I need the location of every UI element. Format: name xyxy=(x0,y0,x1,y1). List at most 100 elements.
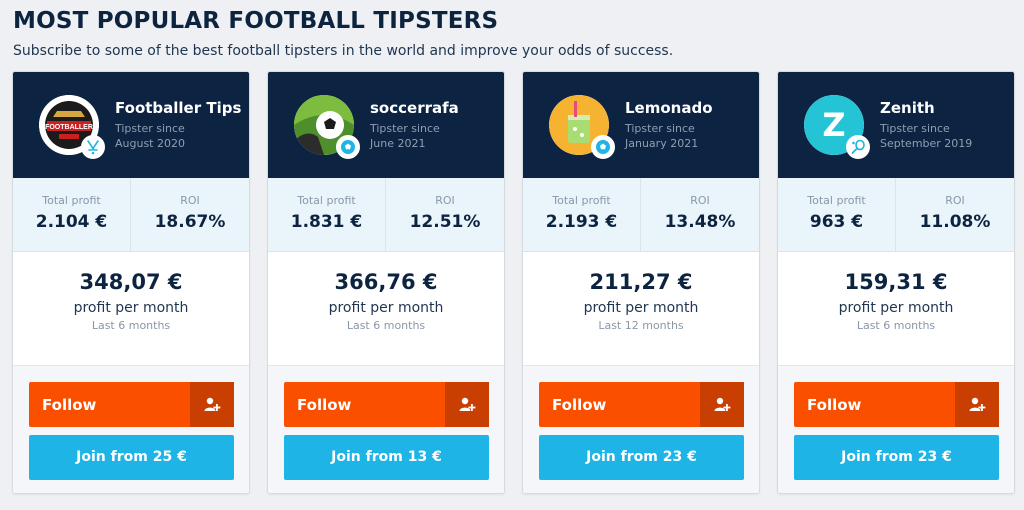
add-user-icon[interactable] xyxy=(445,382,489,427)
card-header: FOOTBALLER Footballer Tips Tipster since… xyxy=(13,72,249,178)
total-profit-stat: Total profit 963 € xyxy=(778,178,896,252)
follow-button[interactable]: Follow xyxy=(284,382,489,427)
tipster-card: FOOTBALLER Footballer Tips Tipster since… xyxy=(12,71,250,494)
follow-button-label: Follow xyxy=(42,396,97,414)
tipster-name[interactable]: Zenith xyxy=(880,99,935,117)
roi-label: ROI xyxy=(180,194,200,207)
total-profit-label: Total profit xyxy=(552,194,611,207)
tipster-since: Tipster since August 2020 xyxy=(115,121,185,151)
tipster-card: Z Zenith Tipster since September 2019 To… xyxy=(777,71,1015,494)
total-profit-stat: Total profit 1.831 € xyxy=(268,178,386,252)
card-actions: Follow Join from 25 € xyxy=(13,365,249,493)
monthly-profit-amount: 366,76 € xyxy=(334,270,438,294)
tipster-avatar[interactable] xyxy=(294,95,360,159)
total-profit-stat: Total profit 2.104 € xyxy=(13,178,131,252)
roi-value: 12.51% xyxy=(409,212,481,232)
join-button[interactable]: Join from 23 € xyxy=(539,435,744,480)
monthly-profit: 348,07 € profit per month Last 6 months xyxy=(13,253,249,365)
total-profit-value: 2.193 € xyxy=(545,212,618,232)
follow-button[interactable]: Follow xyxy=(794,382,999,427)
join-button[interactable]: Join from 13 € xyxy=(284,435,489,480)
total-profit-stat: Total profit 2.193 € xyxy=(523,178,641,252)
tipster-since-date: January 2021 xyxy=(625,137,699,150)
total-profit-value: 2.104 € xyxy=(35,212,108,232)
card-header: Lemonado Tipster since January 2021 xyxy=(523,72,759,178)
tipster-since-date: June 2021 xyxy=(370,137,426,150)
follow-button[interactable]: Follow xyxy=(29,382,234,427)
soccer-ball-icon xyxy=(591,135,615,159)
tipster-avatar[interactable] xyxy=(549,95,615,159)
join-button-label: Join from 23 € xyxy=(586,449,697,465)
tennis-racket-icon xyxy=(846,135,870,159)
card-stats: Total profit 2.104 € ROI 18.67% xyxy=(13,178,249,252)
monthly-profit-amount: 211,27 € xyxy=(589,270,693,294)
follow-button[interactable]: Follow xyxy=(539,382,744,427)
monthly-profit: 366,76 € profit per month Last 6 months xyxy=(268,253,504,365)
tipster-name[interactable]: Footballer Tips xyxy=(115,99,241,117)
card-actions: Follow Join from 23 € xyxy=(523,365,759,493)
monthly-profit-label: profit per month xyxy=(583,300,699,316)
tipster-since-label: Tipster since xyxy=(115,122,185,135)
join-button-label: Join from 13 € xyxy=(331,449,442,465)
follow-button-label: Follow xyxy=(297,396,352,414)
roi-value: 11.08% xyxy=(919,212,991,232)
tipster-since: Tipster since June 2021 xyxy=(370,121,440,151)
monthly-profit-label: profit per month xyxy=(328,300,444,316)
monthly-profit: 159,31 € profit per month Last 6 months xyxy=(778,253,1014,365)
total-profit-label: Total profit xyxy=(297,194,356,207)
monthly-profit-label: profit per month xyxy=(838,300,954,316)
page-title: MOST POPULAR FOOTBALL TIPSTERS xyxy=(13,8,499,34)
roi-label: ROI xyxy=(435,194,455,207)
monthly-profit-label: profit per month xyxy=(73,300,189,316)
roi-stat: ROI 11.08% xyxy=(896,178,1014,252)
card-header: soccerrafa Tipster since June 2021 xyxy=(268,72,504,178)
monthly-profit-period: Last 12 months xyxy=(598,319,684,332)
tipster-since-date: September 2019 xyxy=(880,137,973,150)
add-user-icon[interactable] xyxy=(700,382,744,427)
roi-value: 13.48% xyxy=(664,212,736,232)
tipster-name[interactable]: soccerrafa xyxy=(370,99,459,117)
monthly-profit-period: Last 6 months xyxy=(91,319,171,332)
soccer-ball-icon xyxy=(336,135,360,159)
monthly-profit-amount: 159,31 € xyxy=(844,270,948,294)
roi-value: 18.67% xyxy=(154,212,226,232)
tipster-card: soccerrafa Tipster since June 2021 Total… xyxy=(267,71,505,494)
monthly-profit-amount: 348,07 € xyxy=(79,270,183,294)
tipster-since-label: Tipster since xyxy=(625,122,695,135)
avatar-logo-text: Z xyxy=(822,106,845,144)
follow-button-label: Follow xyxy=(552,396,607,414)
hockey-sticks-icon xyxy=(81,135,105,159)
roi-stat: ROI 13.48% xyxy=(641,178,759,252)
total-profit-label: Total profit xyxy=(42,194,101,207)
monthly-profit-period: Last 6 months xyxy=(346,319,426,332)
roi-stat: ROI 18.67% xyxy=(131,178,249,252)
monthly-profit-period: Last 6 months xyxy=(856,319,936,332)
card-header: Z Zenith Tipster since September 2019 xyxy=(778,72,1014,178)
total-profit-value: 963 € xyxy=(809,212,864,232)
join-button[interactable]: Join from 25 € xyxy=(29,435,234,480)
roi-label: ROI xyxy=(690,194,710,207)
add-user-icon[interactable] xyxy=(955,382,999,427)
card-actions: Follow Join from 13 € xyxy=(268,365,504,493)
tipster-since-date: August 2020 xyxy=(115,137,185,150)
card-stats: Total profit 963 € ROI 11.08% xyxy=(778,178,1014,252)
tipster-since-label: Tipster since xyxy=(370,122,440,135)
card-stats: Total profit 2.193 € ROI 13.48% xyxy=(523,178,759,252)
add-user-icon[interactable] xyxy=(190,382,234,427)
tipster-since: Tipster since September 2019 xyxy=(880,121,972,151)
total-profit-value: 1.831 € xyxy=(290,212,363,232)
roi-stat: ROI 12.51% xyxy=(386,178,504,252)
follow-button-label: Follow xyxy=(807,396,862,414)
tipster-since-label: Tipster since xyxy=(880,122,950,135)
tipster-name[interactable]: Lemonado xyxy=(625,99,713,117)
card-actions: Follow Join from 23 € xyxy=(778,365,1014,493)
total-profit-label: Total profit xyxy=(807,194,866,207)
avatar-logo-text: FOOTBALLER xyxy=(45,124,93,131)
tipster-avatar[interactable]: FOOTBALLER xyxy=(39,95,105,159)
join-button[interactable]: Join from 23 € xyxy=(794,435,999,480)
join-button-label: Join from 25 € xyxy=(76,449,187,465)
monthly-profit: 211,27 € profit per month Last 12 months xyxy=(523,253,759,365)
tipster-avatar[interactable]: Z xyxy=(804,95,870,159)
roi-label: ROI xyxy=(945,194,965,207)
card-stats: Total profit 1.831 € ROI 12.51% xyxy=(268,178,504,252)
